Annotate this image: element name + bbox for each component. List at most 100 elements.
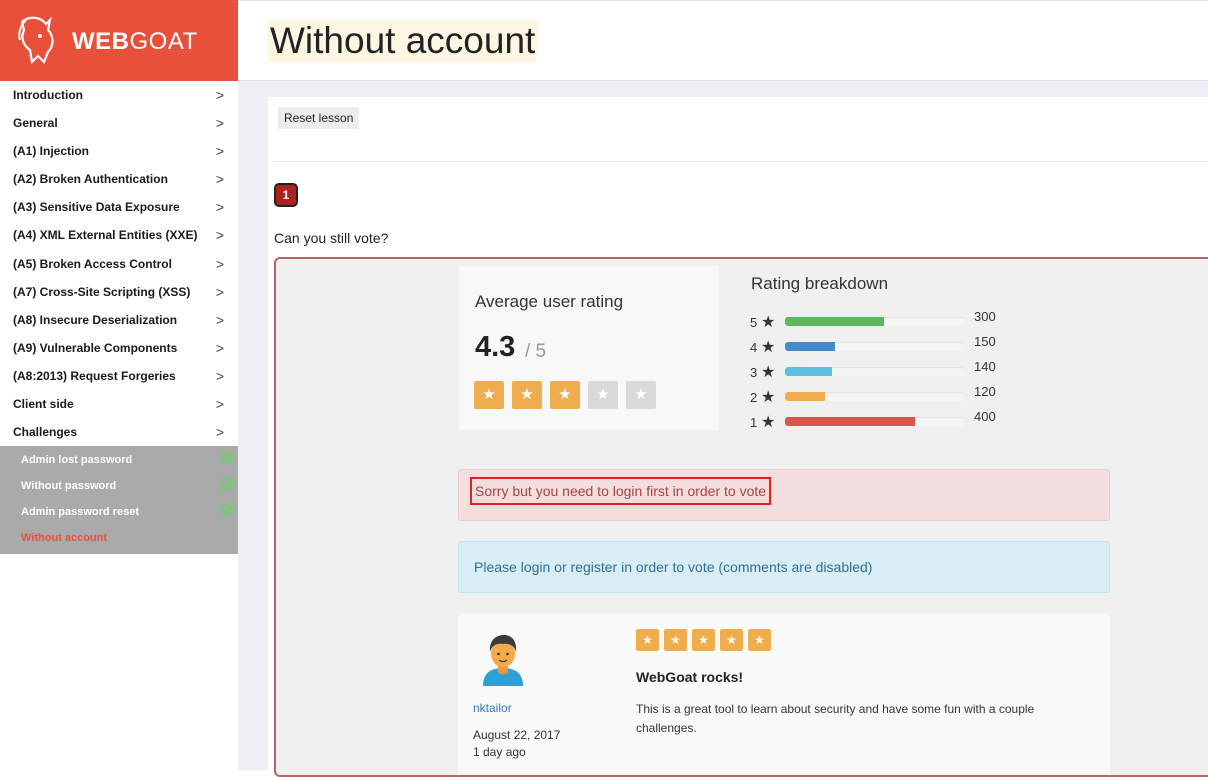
login-link[interactable]: login	[521, 559, 551, 575]
rating-star-icon[interactable]: ★	[512, 381, 542, 409]
sidebar-item-a9-vulnerable-components[interactable]: (A9) Vulnerable Components >	[0, 334, 238, 362]
sidebar-item-label: Client side	[13, 397, 74, 412]
divider	[274, 161, 1208, 162]
sidebar-item-a5-broken-access-control[interactable]: (A5) Broken Access Control >	[0, 250, 238, 278]
challenge-item-admin-password-reset[interactable]: Admin password reset	[0, 499, 238, 525]
rating-star-icon[interactable]: ★	[588, 381, 618, 409]
reset-lesson-button[interactable]: Reset lesson	[278, 107, 360, 129]
login-required-alert: Sorry but you need to login first in ord…	[458, 469, 1110, 521]
average-rating-out-of: / 5	[525, 341, 547, 362]
star-icon: ★	[761, 414, 776, 431]
chevron-right-icon: >	[215, 143, 224, 160]
comment-star-icon: ★	[636, 629, 659, 651]
breakdown-row: 4 ★ 150	[750, 334, 1020, 357]
breakdown-count: 400	[974, 409, 996, 424]
lesson-question: Can you still vote?	[274, 230, 389, 246]
challenge-item-label: Admin lost password	[21, 454, 133, 467]
sidebar-item-a8-2013-request-forgeries[interactable]: (A8:2013) Request Forgeries >	[0, 362, 238, 390]
breakdown-count: 150	[974, 334, 996, 349]
comment-author-link[interactable]: nktailor	[473, 701, 512, 715]
login-required-message: Sorry but you need to login first in ord…	[470, 477, 772, 505]
breakdown-bar-fill	[785, 342, 836, 351]
breakdown-bar-fill	[785, 367, 832, 376]
comment-relative-time: 1 day ago	[473, 745, 526, 759]
breakdown-row: 1 ★ 400	[750, 409, 1020, 432]
sidebar-item-general[interactable]: General >	[0, 109, 238, 137]
sidebar-item-a4-xml-external-entities-xxe[interactable]: (A4) XML External Entities (XXE) >	[0, 221, 238, 249]
sidebar-item-label: General	[13, 116, 58, 131]
breakdown-count: 140	[974, 359, 996, 374]
brand-name: WEBGOAT	[72, 28, 198, 55]
star-icon: ★	[761, 389, 776, 406]
breakdown-row: 3 ★ 140	[750, 359, 1020, 382]
rating-star-icon[interactable]: ★	[474, 381, 504, 409]
goat-icon	[18, 16, 54, 65]
sidebar-item-a3-sensitive-data-exposure[interactable]: (A3) Sensitive Data Exposure >	[0, 193, 238, 221]
chevron-right-icon: >	[215, 424, 224, 441]
star-icon: ★	[761, 314, 776, 331]
star-icon: ★	[761, 364, 776, 381]
breakdown-star-number: 1	[750, 415, 758, 430]
breakdown-count: 120	[974, 384, 996, 399]
comment-star-icon: ★	[720, 629, 743, 651]
comment-title: WebGoat rocks!	[636, 669, 744, 685]
comment-body: This is a great tool to learn about secu…	[636, 702, 1035, 735]
completed-check-icon	[221, 452, 233, 465]
lesson-panel: Reset lesson 1 Can you still vote? Avera…	[268, 97, 1208, 777]
sidebar-item-label: (A8) Insecure Deserialization	[13, 312, 178, 327]
sidebar-item-a7-cross-site-scripting-xss[interactable]: (A7) Cross-Site Scripting (XSS) >	[0, 278, 238, 306]
average-rating-label: Average user rating	[475, 292, 624, 311]
completed-check-icon	[221, 503, 233, 516]
chevron-right-icon: >	[215, 311, 224, 328]
challenge-item-without-account[interactable]: Without account	[0, 525, 238, 551]
breakdown-star-number: 3	[750, 365, 758, 380]
breakdown-star-number: 2	[750, 390, 758, 405]
register-link[interactable]: register	[571, 559, 618, 575]
chevron-right-icon: >	[215, 396, 224, 413]
chevron-right-icon: >	[215, 283, 224, 300]
rating-star-icon[interactable]: ★	[550, 381, 580, 409]
sidebar-item-a1-injection[interactable]: (A1) Injection >	[0, 137, 238, 165]
chevron-right-icon: >	[215, 367, 224, 384]
sidebar-item-a8-insecure-deserialization[interactable]: (A8) Insecure Deserialization >	[0, 306, 238, 334]
breakdown-count: 300	[974, 309, 996, 324]
chevron-right-icon: >	[215, 171, 224, 188]
page-title: Without account	[268, 20, 538, 62]
sidebar-item-client-side[interactable]: Client side >	[0, 390, 238, 418]
webgoat-logo[interactable]: WEBGOAT	[0, 0, 238, 81]
challenges-submenu: Admin lost password Without password Admin…	[0, 446, 238, 555]
chevron-right-icon: >	[215, 255, 224, 272]
comment-date: August 22, 2017	[473, 728, 561, 742]
sidebar-item-label: (A1) Injection	[13, 144, 90, 159]
sidebar-item-label: (A3) Sensitive Data Exposure	[13, 200, 180, 215]
comment-star-icon: ★	[748, 629, 771, 651]
comment-card: nktailor August 22, 2017 1 day ago ★ ★ ★ ★ ★…	[458, 614, 1110, 774]
sidebar-item-introduction[interactable]: Introduction >	[0, 81, 238, 109]
sidebar-item-a2-broken-authentication[interactable]: (A2) Broken Authentication >	[0, 165, 238, 193]
breakdown-bar	[785, 342, 965, 351]
breakdown-star-number: 5	[750, 315, 758, 330]
breakdown-bar-fill	[785, 392, 825, 401]
sidebar: Introduction > General > (A1) Injection > (A2)…	[0, 81, 238, 770]
vote-frame: Average user rating 4.3 / 5 ★ ★ ★ ★ ★ Rating…	[274, 257, 1208, 777]
average-rating-card: Average user rating 4.3 / 5 ★ ★ ★ ★ ★	[459, 266, 719, 430]
sidebar-item-label: (A4) XML External Entities (XXE)	[13, 228, 198, 243]
chevron-right-icon: >	[215, 227, 224, 244]
star-icon: ★	[761, 339, 776, 356]
login-info-alert: Please login or register in order to vot…	[458, 541, 1110, 593]
sidebar-item-label: Challenges	[13, 425, 78, 440]
challenge-item-without-password[interactable]: Without password	[0, 473, 238, 499]
challenge-item-admin-lost-password[interactable]: Admin lost password	[0, 447, 238, 473]
sidebar-item-challenges[interactable]: Challenges >	[0, 418, 238, 446]
sidebar-item-label: (A7) Cross-Site Scripting (XSS)	[13, 284, 191, 299]
lesson-page-button[interactable]: 1	[274, 183, 298, 207]
completed-check-icon	[221, 478, 233, 490]
sidebar-menu: Introduction > General > (A1) Injection > (A2)…	[0, 81, 238, 446]
chevron-right-icon: >	[215, 87, 224, 103]
average-rating-value: 4.3	[475, 331, 516, 363]
sidebar-item-label: (A5) Broken Access Control	[13, 256, 172, 271]
login-info-message: Please login or register in order to vot…	[474, 559, 873, 575]
breakdown-star-number: 4	[750, 340, 758, 355]
rating-star-icon[interactable]: ★	[626, 381, 656, 409]
challenge-item-label: Without password	[21, 480, 117, 493]
